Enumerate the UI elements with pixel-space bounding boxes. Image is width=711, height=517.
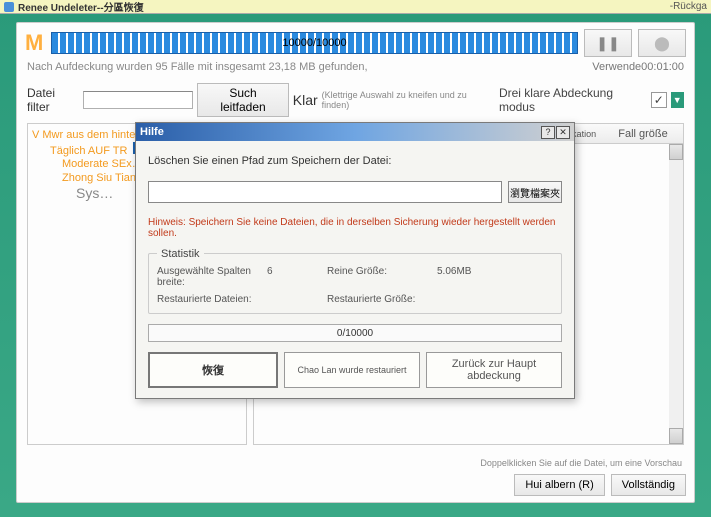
footer-hint: Doppelklicken Sie auf die Datei, um eine… (480, 458, 682, 468)
col-size[interactable]: Fall größe (603, 128, 683, 140)
scroll-up-icon[interactable] (669, 144, 683, 160)
statistics-title: Statistik (157, 248, 204, 260)
stop-icon: ⬤ (654, 35, 670, 52)
filter-row: Datei filter Such leitfaden Klar (Klettr… (17, 79, 694, 119)
filter-note: (Klettrige Auswahl zu kneifen und zu fin… (322, 90, 491, 110)
recover-button[interactable]: Hui albern (R) (514, 474, 604, 496)
stat-label-restored-files: Restaurierte Dateien: (157, 294, 267, 305)
pause-button[interactable]: ❚❚ (584, 29, 632, 57)
drive-letter: M (25, 30, 45, 56)
dialog-body: Löschen Sie einen Pfad zum Speichern der… (136, 141, 574, 398)
scan-progress-bar: 10000/10000 (51, 32, 578, 54)
close-icon[interactable]: ✕ (556, 126, 570, 139)
stat-value-pure: 5.06MB (437, 266, 517, 288)
full-button[interactable]: Vollständig (611, 474, 686, 496)
dialog-buttons: 恢復 Chao Lan wurde restauriert Zurück zur… (148, 352, 562, 388)
pause-icon: ❚❚ (596, 35, 619, 52)
clear-label: Klar (293, 92, 318, 108)
help-icon[interactable]: ? (541, 126, 555, 139)
search-guide-button[interactable]: Such leitfaden (197, 83, 289, 117)
coverage-checkbox[interactable]: ✓ (651, 92, 667, 108)
restore-progress: 0/10000 (148, 324, 562, 342)
statistics-box: Statistik Ausgewählte Spalten breite: 6 … (148, 253, 562, 314)
coverage-label: Drei klare Abdeckung modus (499, 86, 647, 114)
window-title: Renee Undeleter--分區恢復 (18, 0, 670, 14)
coverage-mode: Drei klare Abdeckung modus ✓ ▼ (499, 86, 684, 114)
restored-info-button[interactable]: Chao Lan wurde restauriert (284, 352, 420, 388)
warning-hint: Hinweis: Speichern Sie keine Dateien, di… (148, 217, 562, 239)
footer-buttons: Hui albern (R) Vollständig (514, 474, 686, 496)
titlebar-right-text: -Rückga (670, 1, 707, 12)
filter-label: Datei filter (27, 86, 79, 114)
progress-text: 10000/10000 (282, 37, 346, 49)
browse-button[interactable]: 瀏覽檔案夾 (508, 181, 562, 203)
app-icon (4, 2, 14, 12)
chevron-down-icon: ▼ (673, 95, 682, 105)
back-button[interactable]: Zurück zur Haupt abdeckung (426, 352, 562, 388)
window-titlebar: Renee Undeleter--分區恢復 -Rückga (0, 0, 711, 14)
restore-button[interactable]: 恢復 (148, 352, 278, 388)
save-path-dialog: Hilfe ? ✕ Löschen Sie einen Pfad zum Spe… (135, 122, 575, 399)
filter-input[interactable] (83, 91, 193, 109)
found-summary: Nach Aufdeckung wurden 95 Fälle mit insg… (27, 61, 368, 73)
restore-progress-text: 0/10000 (337, 328, 373, 339)
check-icon: ✓ (654, 93, 664, 107)
coverage-dropdown[interactable]: ▼ (671, 92, 685, 108)
stat-label-cols: Ausgewählte Spalten breite: (157, 266, 267, 288)
stop-button[interactable]: ⬤ (638, 29, 686, 57)
tree-item-label: Täglich AUF TR (48, 144, 129, 158)
dialog-title: Hilfe (140, 126, 540, 138)
scroll-down-icon[interactable] (669, 428, 683, 444)
list-scrollbar[interactable] (669, 144, 683, 444)
elapsed-time: Verwende00:01:00 (592, 61, 684, 73)
stat-label-pure: Reine Größe: (327, 266, 437, 288)
path-label: Löschen Sie einen Pfad zum Speichern der… (148, 155, 562, 167)
save-path-input[interactable] (148, 181, 502, 203)
status-row: Nach Aufdeckung wurden 95 Fälle mit insg… (17, 59, 694, 79)
progress-row: M 10000/10000 ❚❚ ⬤ (17, 23, 694, 59)
stat-value-cols: 6 (267, 266, 327, 288)
dialog-titlebar[interactable]: Hilfe ? ✕ (136, 123, 574, 141)
statistics-grid: Ausgewählte Spalten breite: 6 Reine Größ… (157, 266, 553, 305)
path-row: 瀏覽檔案夾 (148, 181, 562, 203)
stat-label-restored-size: Restaurierte Größe: (327, 294, 437, 305)
